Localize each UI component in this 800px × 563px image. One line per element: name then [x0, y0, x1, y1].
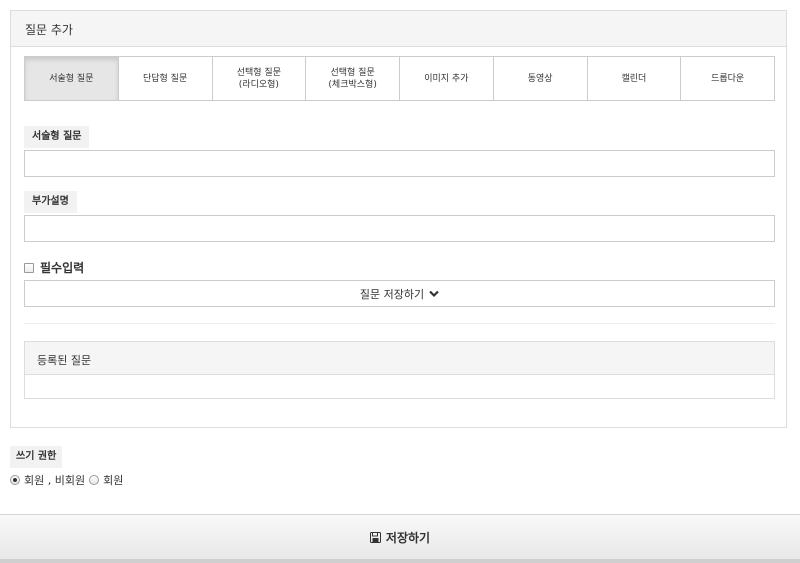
- qtype-video-button[interactable]: 동영상: [492, 57, 587, 100]
- question-input[interactable]: [24, 150, 775, 177]
- question-type-group: 서술형 질문 단답형 질문 선택형 질문 (라디오형) 선택형 질문 (체크박스…: [24, 56, 775, 101]
- qtype-checkbox-button[interactable]: 선택형 질문 (체크박스형): [305, 57, 399, 100]
- qtype-calendar-button[interactable]: 캘린더: [586, 57, 681, 100]
- write-permission-label: 쓰기 권한: [10, 446, 63, 468]
- required-checkbox[interactable]: [24, 262, 34, 273]
- save-button-label: 저장하기: [385, 530, 431, 545]
- qtype-radio-button[interactable]: 선택형 질문 (라디오형): [211, 57, 306, 100]
- save-question-button[interactable]: 질문 저장하기: [24, 280, 775, 307]
- divider: [24, 323, 775, 324]
- permission-radio-group: 회원 , 비회원 회원: [10, 472, 127, 488]
- bottom-edge: [0, 559, 800, 563]
- page: 질문 추가 서술형 질문 단답형 질문 선택형 질문 (라디오형) 선택형 질문…: [0, 0, 800, 563]
- radio-members-only-label: 회원: [103, 474, 124, 487]
- registered-questions-box: 등록된 질문: [24, 341, 775, 399]
- radio-members-nonmembers-label: 회원 , 비회원: [24, 474, 86, 487]
- qtype-dropdown-button[interactable]: 드롭다운: [680, 57, 774, 100]
- qtype-short-answer-button[interactable]: 단답형 질문: [117, 57, 212, 100]
- qtype-image-button[interactable]: 이미지 추가: [399, 57, 493, 100]
- radio-members-only[interactable]: [89, 475, 100, 485]
- required-label: 필수입력: [40, 261, 85, 275]
- save-button[interactable]: 저장하기: [0, 514, 800, 559]
- required-row: 필수입력: [24, 259, 84, 276]
- save-question-label: 질문 저장하기: [359, 287, 425, 301]
- question-label: 서술형 질문: [24, 126, 90, 148]
- radio-members-nonmembers[interactable]: [10, 475, 20, 485]
- description-input[interactable]: [24, 215, 775, 242]
- floppy-disk-icon: [369, 531, 381, 543]
- panel-title: 질문 추가: [11, 11, 786, 47]
- description-label: 부가설명: [24, 191, 77, 213]
- qtype-descriptive-button[interactable]: 서술형 질문: [25, 57, 118, 100]
- chevron-down-icon: [429, 290, 439, 297]
- registered-questions-title: 등록된 질문: [25, 342, 774, 375]
- add-question-panel: 질문 추가 서술형 질문 단답형 질문 선택형 질문 (라디오형) 선택형 질문…: [10, 10, 787, 428]
